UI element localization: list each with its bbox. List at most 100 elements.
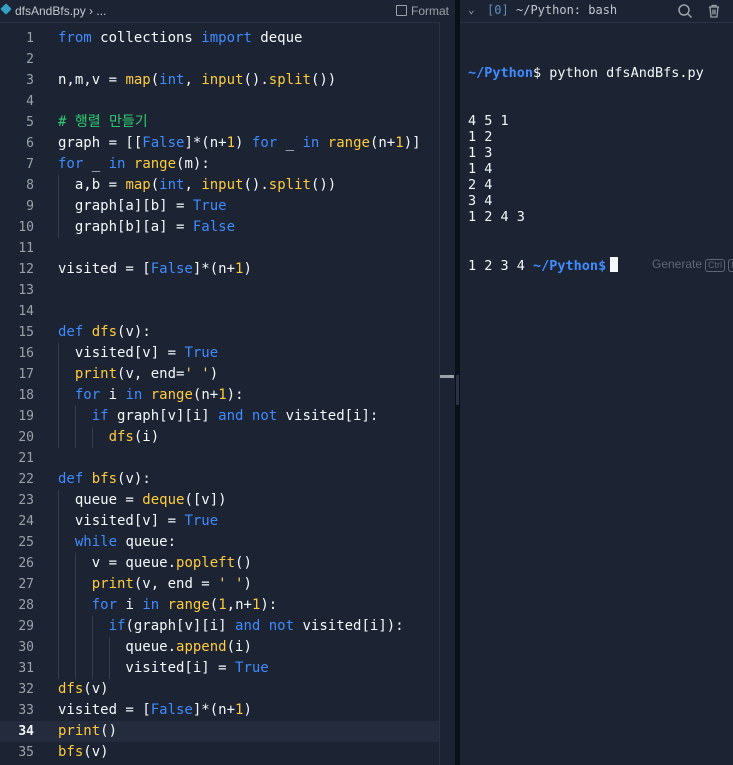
code-token: split bbox=[268, 72, 311, 88]
file-breadcrumb[interactable]: dfsAndBfs.py › ... bbox=[15, 4, 106, 18]
code-line[interactable]: 23 queue = deque([v]) bbox=[0, 490, 440, 511]
code-token: (v, end= bbox=[117, 366, 185, 382]
code-line[interactable]: 14 bbox=[0, 301, 440, 322]
code-text: visited[v] = True bbox=[58, 343, 218, 364]
terminal-output-line: 1 2 bbox=[468, 129, 493, 145]
terminal-output-line: 4 5 1 bbox=[468, 113, 509, 129]
code-token: dfs bbox=[108, 429, 134, 445]
code-token: ( bbox=[209, 597, 219, 613]
code-line[interactable]: 33 visited = [False]*(n+1) bbox=[0, 700, 440, 721]
code-line[interactable]: 11 bbox=[0, 238, 440, 259]
terminal-output-line: 3 4 bbox=[468, 193, 493, 209]
code-line[interactable]: 31 visited[i] = True bbox=[0, 658, 440, 679]
code-token: ,n+ bbox=[226, 597, 252, 613]
code-line[interactable]: 29 if(graph[v][i] and not visited[i]): bbox=[0, 616, 440, 637]
line-number: 31 bbox=[18, 661, 34, 676]
code-token: deque bbox=[251, 30, 303, 46]
code-line[interactable]: 28 for i in range(1,n+1): bbox=[0, 595, 440, 616]
code-line[interactable]: 20 dfs(i) bbox=[0, 427, 440, 448]
terminal-output[interactable]: ~/Python$ python dfsAndBfs.py 4 5 11 21 … bbox=[468, 33, 733, 305]
code-line[interactable]: 30 queue.append(i) bbox=[0, 637, 440, 658]
code-line[interactable]: 10 graph[b][a] = False bbox=[0, 217, 440, 238]
code-token: def bbox=[58, 324, 84, 340]
line-number: 3 bbox=[26, 73, 34, 88]
format-button[interactable]: Format bbox=[395, 4, 449, 18]
code-token: range bbox=[167, 597, 210, 613]
editor-scrollbar-thumb[interactable] bbox=[440, 375, 454, 378]
code-token: 1 bbox=[218, 387, 227, 403]
code-token: (i) bbox=[133, 429, 160, 445]
code-line[interactable]: 9 graph[a][b] = True bbox=[0, 196, 440, 217]
code-line[interactable]: 5 # 행렬 만들기 bbox=[0, 112, 440, 133]
code-token: 1 bbox=[218, 597, 227, 613]
terminal-title: ~/Python: bash bbox=[516, 3, 618, 17]
code-line[interactable]: 3 n,m,v = map(int, input().split()) bbox=[0, 70, 440, 91]
code-token: graph[b][a] = bbox=[58, 219, 193, 235]
line-number: 21 bbox=[18, 451, 34, 466]
code-line[interactable]: 25 while queue: bbox=[0, 532, 440, 553]
code-token: True bbox=[184, 513, 219, 529]
code-line[interactable]: 32 dfs(v) bbox=[0, 679, 440, 700]
terminal-prompt-line: 1 2 3 4 ~/Python$ Generate Ctrl I bbox=[468, 257, 733, 274]
editor-scrollbar[interactable] bbox=[439, 22, 456, 765]
code-token: , bbox=[184, 177, 202, 193]
code-token: for bbox=[91, 597, 118, 613]
line-number: 16 bbox=[18, 346, 34, 361]
terminal-output-line: 1 2 4 3 bbox=[468, 209, 525, 225]
code-line[interactable]: 2 bbox=[0, 49, 440, 70]
code-line[interactable]: 21 bbox=[0, 448, 440, 469]
search-icon[interactable] bbox=[677, 3, 693, 19]
code-line[interactable]: 6 graph = [[False]*(n+1) for _ in range(n… bbox=[0, 133, 440, 154]
code-text: v = queue.popleft() bbox=[58, 553, 252, 574]
code-text: queue = deque([v]) bbox=[58, 490, 227, 511]
code-line[interactable]: 27 print(v, end = ' ') bbox=[0, 574, 440, 595]
code-line[interactable]: 8 a,b = map(int, input().split()) bbox=[0, 175, 440, 196]
code-token: ' ' bbox=[218, 576, 244, 592]
divider-grip[interactable] bbox=[456, 375, 459, 405]
terminal-tab-index[interactable]: [0] bbox=[487, 3, 509, 17]
code-line[interactable]: 16 visited[v] = True bbox=[0, 343, 440, 364]
code-text: for i in range(n+1): bbox=[58, 385, 244, 406]
chevron-down-icon[interactable]: ⌄ bbox=[468, 3, 475, 16]
generate-hint[interactable]: Generate Ctrl I bbox=[652, 257, 733, 272]
code-line[interactable]: 15 def dfs(v): bbox=[0, 322, 440, 343]
code-token: () bbox=[235, 555, 252, 571]
line-number: 19 bbox=[18, 409, 34, 424]
code-line[interactable]: 17 print(v, end=' ') bbox=[0, 364, 440, 385]
code-token: visited = [ bbox=[58, 261, 151, 277]
terminal-output-line: 1 3 bbox=[468, 145, 493, 161]
code-line[interactable]: 4 bbox=[0, 91, 440, 112]
code-token: in bbox=[108, 156, 126, 172]
code-area[interactable]: 1 from collections import deque 2 3 n,m,v = … bbox=[0, 28, 440, 763]
code-token: () bbox=[100, 723, 118, 739]
code-line[interactable]: 35 bfs(v) bbox=[0, 742, 440, 763]
code-line[interactable]: 19 if graph[v][i] and not visited[i]: bbox=[0, 406, 440, 427]
code-line[interactable]: 13 bbox=[0, 280, 440, 301]
prompt-suffix: $ bbox=[598, 258, 607, 274]
code-token: a,b = bbox=[58, 177, 126, 193]
code-text: from collections import deque bbox=[58, 28, 302, 49]
code-line[interactable]: 24 visited[v] = True bbox=[0, 511, 440, 532]
code-line[interactable]: 22 def bfs(v): bbox=[0, 469, 440, 490]
code-line[interactable]: 26 v = queue.popleft() bbox=[0, 553, 440, 574]
code-line[interactable]: 1 from collections import deque bbox=[0, 28, 440, 49]
terminal-output-line: 1 4 bbox=[468, 161, 493, 177]
code-text: visited = [False]*(n+1) bbox=[58, 259, 252, 280]
line-number: 1 bbox=[26, 31, 34, 46]
line-number: 11 bbox=[18, 241, 34, 256]
code-token: False bbox=[142, 135, 185, 151]
code-line[interactable]: 34 print() bbox=[0, 721, 440, 742]
code-line[interactable]: 18 for i in range(n+1): bbox=[0, 385, 440, 406]
code-token: ) bbox=[209, 366, 219, 382]
code-token: (v, end = bbox=[133, 576, 219, 592]
line-number: 2 bbox=[26, 52, 34, 67]
code-token: import bbox=[201, 30, 252, 46]
trash-icon[interactable] bbox=[706, 3, 722, 19]
code-line[interactable]: 7 for _ in range(m): bbox=[0, 154, 440, 175]
code-line[interactable]: 12 visited = [False]*(n+1) bbox=[0, 259, 440, 280]
